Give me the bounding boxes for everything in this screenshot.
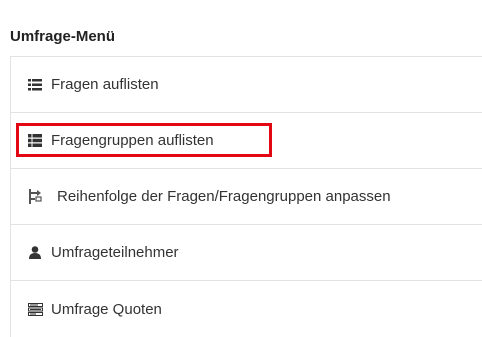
user-icon [27,245,43,261]
menu-item-reorder[interactable]: Reihenfolge der Fragen/Fragengruppen anp… [11,169,482,225]
survey-menu-title: Umfrage-Menü [10,28,116,45]
survey-menu: Fragen auflisten Fragengruppen auflisten [10,56,482,337]
menu-item-list-questions[interactable]: Fragen auflisten [11,57,482,113]
menu-item-list-question-groups[interactable]: Fragengruppen auflisten [11,113,482,169]
menu-item-label: Umfrageteilnehmer [51,244,179,261]
reorder-icon [27,189,43,205]
menu-item-label: Umfrage Quoten [51,300,162,318]
menu-item-label: Fragen auflisten [51,76,159,93]
menu-item-label: Reihenfolge der Fragen/Fragengruppen anp… [57,188,391,205]
menu-item-quotas[interactable]: Umfrage Quoten [11,281,482,337]
menu-item-participants[interactable]: Umfrageteilnehmer [11,225,482,281]
list-thick-icon [27,133,43,149]
menu-item-label: Fragengruppen auflisten [51,132,214,149]
list-icon [27,77,43,93]
tasks-icon [27,301,43,317]
